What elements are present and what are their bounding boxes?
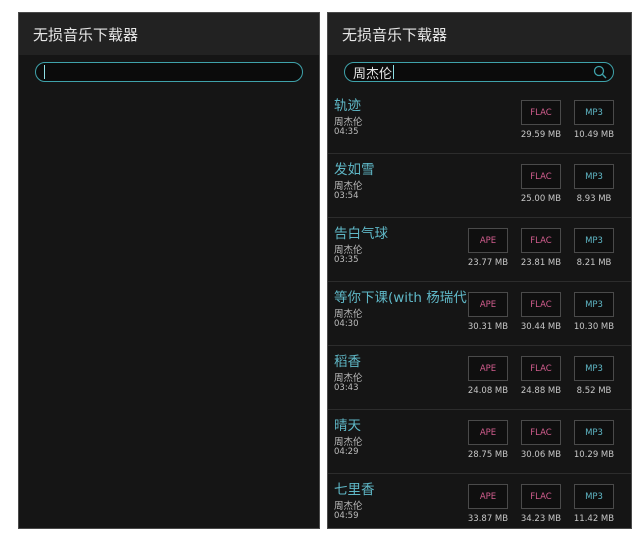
ape-size: 30.31 MB: [467, 322, 509, 332]
ape-size: 24.08 MB: [467, 386, 509, 396]
mp3-size: 10.49 MB: [573, 130, 615, 140]
mp3-download-button[interactable]: MP3: [574, 356, 614, 381]
mp3-download-button[interactable]: MP3: [574, 228, 614, 253]
search-icon[interactable]: [593, 65, 607, 79]
song-artist: 周杰伦: [334, 181, 363, 192]
song-artist: 周杰伦: [334, 309, 363, 320]
mp3-download-button[interactable]: MP3: [574, 484, 614, 509]
song-title: 等你下课(with 杨瑞代): [334, 290, 472, 306]
song-artist: 周杰伦: [334, 437, 363, 448]
song-duration: 03:35: [334, 255, 359, 265]
text-caret: [44, 65, 45, 79]
left-screen: 无损音乐下载器: [18, 12, 320, 529]
ape-size: 28.75 MB: [467, 450, 509, 460]
mp3-download-button[interactable]: MP3: [574, 100, 614, 125]
song-artist: 周杰伦: [334, 245, 363, 256]
song-duration: 03:43: [334, 383, 359, 393]
flac-size: 25.00 MB: [520, 194, 562, 204]
song-title: 七里香: [334, 482, 375, 498]
song-duration: 04:30: [334, 319, 359, 329]
song-row[interactable]: 告白气球 周杰伦 03:35 APE 23.77 MB FLAC 23.81 M…: [328, 218, 631, 282]
mp3-size: 8.21 MB: [576, 258, 612, 268]
right-screen: 无损音乐下载器 周杰伦 轨迹 周杰伦 04:35 FLAC 29.59 MB M…: [327, 12, 632, 529]
flac-size: 29.59 MB: [520, 130, 562, 140]
song-row[interactable]: 等你下课(with 杨瑞代) 周杰伦 04:30 APE 30.31 MB FL…: [328, 282, 631, 346]
ape-download-button[interactable]: APE: [468, 356, 508, 381]
flac-download-button[interactable]: FLAC: [521, 228, 561, 253]
text-caret: [393, 65, 395, 79]
app-bar: 无损音乐下载器: [328, 13, 631, 55]
ape-download-button[interactable]: APE: [468, 484, 508, 509]
mp3-size: 11.42 MB: [573, 514, 615, 524]
ape-download-button[interactable]: APE: [468, 228, 508, 253]
song-title: 告白气球: [334, 226, 388, 242]
mp3-download-button[interactable]: MP3: [574, 420, 614, 445]
song-duration: 03:54: [334, 191, 359, 201]
song-title: 稻香: [334, 354, 361, 370]
flac-download-button[interactable]: FLAC: [521, 420, 561, 445]
song-duration: 04:59: [334, 511, 359, 521]
song-row[interactable]: 发如雪 周杰伦 03:54 FLAC 25.00 MB MP3 8.93 MB: [328, 154, 631, 218]
mp3-size: 8.93 MB: [576, 194, 612, 204]
ape-download-button[interactable]: APE: [468, 420, 508, 445]
ape-size: 33.87 MB: [467, 514, 509, 524]
song-title: 轨迹: [334, 98, 361, 114]
song-artist: 周杰伦: [334, 373, 363, 384]
mp3-download-button[interactable]: MP3: [574, 164, 614, 189]
flac-download-button[interactable]: FLAC: [521, 292, 561, 317]
mp3-download-button[interactable]: MP3: [574, 292, 614, 317]
song-row[interactable]: 轨迹 周杰伦 04:35 FLAC 29.59 MB MP3 10.49 MB: [328, 90, 631, 154]
song-title: 晴天: [334, 418, 361, 434]
mp3-size: 10.29 MB: [573, 450, 615, 460]
flac-download-button[interactable]: FLAC: [521, 356, 561, 381]
song-row[interactable]: 晴天 周杰伦 04:29 APE 28.75 MB FLAC 30.06 MB …: [328, 410, 631, 474]
flac-size: 23.81 MB: [520, 258, 562, 268]
song-title: 发如雪: [334, 162, 375, 178]
song-list: 轨迹 周杰伦 04:35 FLAC 29.59 MB MP3 10.49 MB …: [328, 90, 631, 528]
flac-size: 30.44 MB: [520, 322, 562, 332]
song-row[interactable]: 稻香 周杰伦 03:43 APE 24.08 MB FLAC 24.88 MB …: [328, 346, 631, 410]
ape-size: 23.77 MB: [467, 258, 509, 268]
ape-download-button[interactable]: APE: [468, 292, 508, 317]
flac-download-button[interactable]: FLAC: [521, 164, 561, 189]
song-row[interactable]: 七里香 周杰伦 04:59 APE 33.87 MB FLAC 34.23 MB…: [328, 474, 631, 528]
song-duration: 04:29: [334, 447, 359, 457]
search-input[interactable]: [35, 62, 303, 82]
search-input[interactable]: 周杰伦: [344, 62, 614, 82]
search-value: 周杰伦: [353, 66, 393, 82]
song-artist: 周杰伦: [334, 117, 363, 128]
flac-size: 30.06 MB: [520, 450, 562, 460]
flac-size: 34.23 MB: [520, 514, 562, 524]
app-bar: 无损音乐下载器: [19, 13, 319, 55]
app-title: 无损音乐下载器: [342, 25, 448, 44]
song-duration: 04:35: [334, 127, 359, 137]
mp3-size: 10.30 MB: [573, 322, 615, 332]
flac-download-button[interactable]: FLAC: [521, 484, 561, 509]
song-artist: 周杰伦: [334, 501, 363, 512]
mp3-size: 8.52 MB: [576, 386, 612, 396]
flac-download-button[interactable]: FLAC: [521, 100, 561, 125]
app-title: 无损音乐下载器: [33, 25, 139, 44]
flac-size: 24.88 MB: [520, 386, 562, 396]
